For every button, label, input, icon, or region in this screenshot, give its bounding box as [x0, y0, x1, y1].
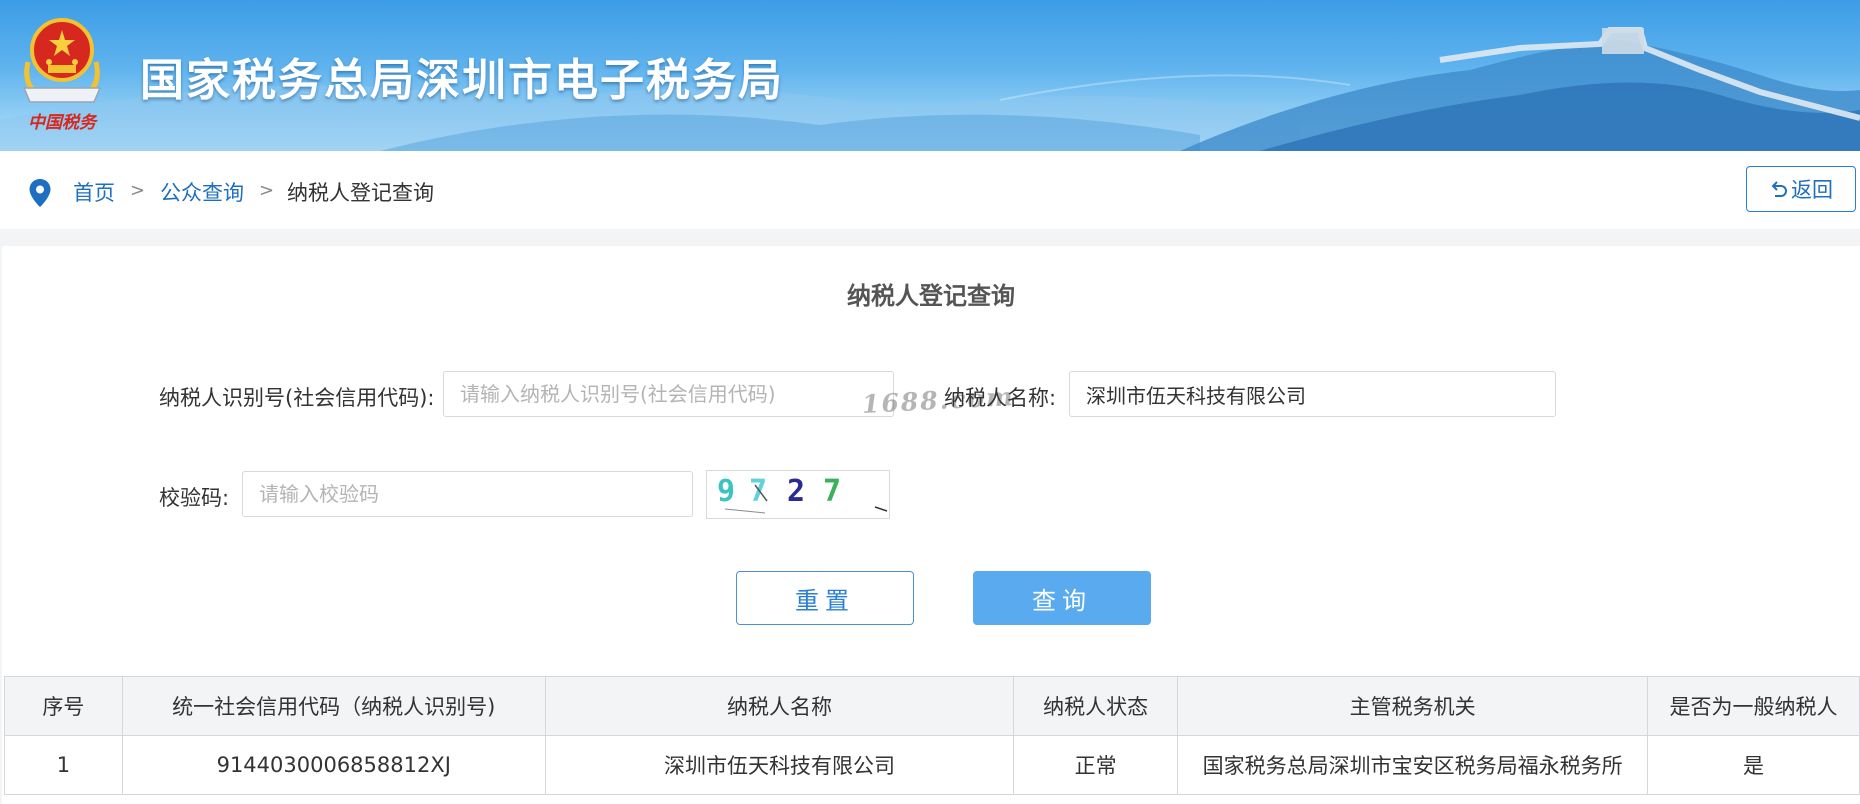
col-header-credit-code: 统一社会信用代码（纳税人识别号)	[121, 676, 546, 736]
col-header-tax-authority: 主管税务机关	[1177, 676, 1649, 736]
captcha-char: 7	[749, 474, 767, 509]
captcha-char: 7	[823, 474, 841, 509]
captcha-glyphs: 9 7 2 7	[717, 474, 888, 514]
captcha-char: 2	[787, 474, 805, 509]
back-button[interactable]: 返回	[1746, 166, 1856, 212]
reset-button[interactable]: 重置	[736, 571, 914, 625]
taxpayer-name-input[interactable]	[1069, 371, 1556, 417]
header-banner: 中国税务 国家税务总局深圳市电子税务局	[0, 0, 1860, 151]
national-tax-emblem-icon: 中国税务	[22, 18, 102, 133]
result-table: 序号 统一社会信用代码（纳税人识别号) 纳税人名称 纳税人状态 主管税务机关 是…	[4, 676, 1860, 795]
taxpayer-name-label: 纳税人名称:	[944, 386, 1057, 410]
site-title: 国家税务总局深圳市电子税务局	[140, 55, 784, 106]
col-header-index: 序号	[4, 676, 123, 736]
query-panel: 纳税人登记查询 纳税人识别号(社会信用代码): 1688.com 纳税人名称: …	[2, 246, 1860, 804]
query-button[interactable]: 查询	[973, 571, 1151, 625]
col-header-status: 纳税人状态	[1013, 676, 1179, 736]
captcha-image[interactable]: 9 7 2 7	[706, 470, 890, 519]
breadcrumb-separator: >	[130, 180, 146, 201]
table-header-row: 序号 统一社会信用代码（纳税人识别号) 纳税人名称 纳税人状态 主管税务机关 是…	[4, 676, 1860, 736]
location-pin-icon	[29, 179, 51, 207]
captcha-input[interactable]	[242, 471, 693, 517]
taxpayer-id-input[interactable]	[443, 371, 894, 417]
cell-index: 1	[4, 735, 123, 795]
breadcrumb: 首页 > 公众查询 > 纳税人登记查询 返回	[0, 151, 1860, 229]
breadcrumb-separator: >	[259, 180, 275, 201]
page-title: 纳税人登记查询	[847, 282, 1015, 310]
col-header-taxpayer-name: 纳税人名称	[544, 676, 1015, 736]
svg-text:中国税务: 中国税务	[28, 113, 99, 133]
taxpayer-id-label: 纳税人识别号(社会信用代码):	[159, 386, 435, 410]
captcha-label: 校验码:	[159, 486, 230, 510]
return-arrow-icon	[1771, 181, 1787, 197]
captcha-char: 9	[717, 474, 735, 509]
col-header-general-taxpayer: 是否为一般纳税人	[1647, 676, 1860, 736]
table-row: 1 9144030006858812XJ 深圳市伍天科技有限公司 正常 国家税务…	[4, 735, 1860, 795]
breadcrumb-public-query[interactable]: 公众查询	[160, 177, 244, 207]
back-button-label: 返回	[1791, 178, 1833, 202]
breadcrumb-home[interactable]: 首页	[73, 177, 115, 207]
cell-status: 正常	[1013, 735, 1179, 795]
cell-credit-code: 9144030006858812XJ	[121, 735, 546, 795]
cell-tax-authority: 国家税务总局深圳市宝安区税务局福永税务所	[1177, 735, 1649, 795]
cell-taxpayer-name: 深圳市伍天科技有限公司	[544, 735, 1015, 795]
cell-general-taxpayer: 是	[1647, 735, 1860, 795]
breadcrumb-current: 纳税人登记查询	[287, 181, 434, 205]
